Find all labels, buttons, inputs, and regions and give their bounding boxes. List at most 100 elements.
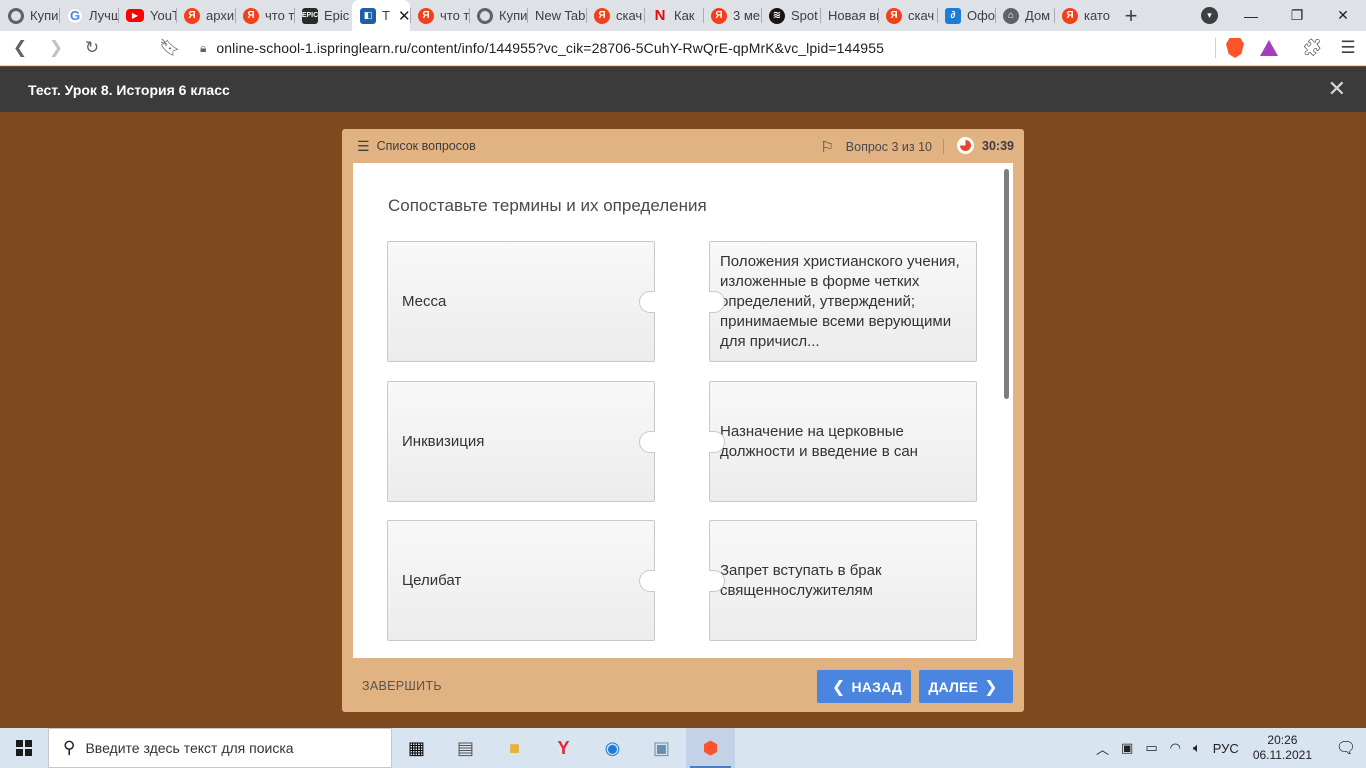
scrollbar[interactable] <box>1004 169 1009 399</box>
definition-text: Назначение на церковные должности и введ… <box>720 422 918 460</box>
yandex-icon: Я <box>418 7 434 24</box>
browser-tab[interactable]: Яскач <box>878 0 937 31</box>
home-icon: ⌂ <box>1003 7 1019 24</box>
close-tab-icon[interactable]: ✕ <box>398 7 410 25</box>
tab-title: Дом <box>1025 8 1051 23</box>
question-counter-text: Вопрос 3 из 10 <box>845 140 932 154</box>
app-icon[interactable]: ◉ <box>588 728 637 768</box>
term-card[interactable]: Месса <box>387 241 655 362</box>
tab-title: Spot <box>791 8 818 23</box>
brave-browser-icon[interactable]: ⬢ <box>686 728 735 768</box>
browser-tab[interactable]: N Как <box>644 0 703 31</box>
browser-tab[interactable]: ∂ Офо <box>937 0 995 31</box>
chevron-left-icon: ❮ <box>831 678 846 696</box>
battery-icon[interactable]: ▭ <box>1145 740 1157 756</box>
forward-arrow-icon[interactable]: ❯ <box>40 32 72 64</box>
definition-card[interactable]: Положения христианского учения, изложенн… <box>709 241 977 362</box>
restore-icon[interactable]: ❐ <box>1274 0 1320 31</box>
task-view-icon[interactable]: ▦ <box>392 728 441 768</box>
yandex-browser-icon[interactable]: Y <box>539 728 588 768</box>
start-button[interactable] <box>0 728 48 768</box>
connector-tab <box>639 291 655 313</box>
calculator-icon[interactable]: ▤ <box>441 728 490 768</box>
back-button[interactable]: ❮ НАЗАД <box>817 670 911 703</box>
network-icon[interactable]: ◠ <box>1170 740 1181 756</box>
browser-tab[interactable]: Ячто т <box>235 0 294 31</box>
tab-title: что т <box>440 8 469 23</box>
browser-tab[interactable]: ▶ YouT <box>118 0 176 31</box>
yandex-icon: Я <box>184 7 200 24</box>
language-indicator[interactable]: РУС <box>1213 741 1239 756</box>
next-button[interactable]: ДАЛЕЕ ❯ <box>919 670 1013 703</box>
yandex-icon: Я <box>243 7 259 24</box>
browser-tab[interactable]: ≋ Spot <box>761 0 820 31</box>
tab-title: Epic <box>324 8 350 23</box>
connector-tab <box>639 570 655 592</box>
browser-tab[interactable]: Якато <box>1054 0 1112 31</box>
yandex-icon: Я <box>594 7 610 24</box>
extensions-icon[interactable]: 🧩︎ <box>1294 32 1330 64</box>
yandex-icon: Я <box>1062 7 1078 24</box>
file-explorer-icon[interactable]: ■ <box>490 728 539 768</box>
bookmark-question-icon[interactable]: ⚐ <box>820 138 833 156</box>
timer-icon <box>957 137 975 154</box>
clock[interactable]: 20:26 06.11.2021 <box>1253 733 1312 763</box>
browser-tab[interactable]: Купи <box>469 0 527 31</box>
new-tab-button[interactable]: + <box>1116 0 1146 31</box>
next-label: ДАЛЕЕ <box>928 678 979 695</box>
timer-text: 30:39 <box>982 138 1014 153</box>
question-content: Сопоставьте термины и их определения Мес… <box>353 163 1013 658</box>
taskbar-search[interactable]: ⚲ Введите здесь текст для поиска <box>48 728 392 768</box>
google-icon: G <box>67 7 83 24</box>
question-list-label: Список вопросов <box>376 139 476 153</box>
address-bar[interactable]: 🔒︎ online-school-1.ispringlearn.ru/conte… <box>190 33 1286 63</box>
browser-tab[interactable]: Яархи <box>176 0 235 31</box>
office-icon: ∂ <box>945 7 961 24</box>
menu-icon[interactable]: ☰ <box>1330 32 1366 64</box>
question-list-button[interactable]: ☰ Список вопросов <box>357 138 476 155</box>
browser-tab[interactable]: Я 3 ме <box>703 0 761 31</box>
browser-tab[interactable]: New Tab <box>527 0 586 31</box>
yandex-icon: Я <box>711 7 727 24</box>
finish-button[interactable]: ЗАВЕРШИТЬ <box>362 679 442 693</box>
tab-search-icon[interactable]: ▾ <box>1201 7 1218 24</box>
term-text: Месса <box>402 292 447 310</box>
browser-tab[interactable]: Новая вк <box>820 0 878 31</box>
definition-card[interactable]: Назначение на церковные должности и введ… <box>709 381 977 502</box>
window-close-icon[interactable]: ✕ <box>1320 0 1366 31</box>
browser-tab[interactable]: Ячто т <box>410 0 469 31</box>
device-icon[interactable]: ▣ <box>1121 740 1133 756</box>
browser-tab[interactable]: ⌂ Дом <box>995 0 1054 31</box>
ispring-icon: ◧ <box>360 7 376 24</box>
minimize-icon[interactable]: — <box>1228 0 1274 31</box>
chevron-up-icon[interactable]: ︿ <box>1096 739 1109 758</box>
browser-tab[interactable]: Купи <box>0 0 59 31</box>
browser-tab-active[interactable]: ◧ T ✕ <box>352 0 410 31</box>
list-icon: ☰ <box>357 137 370 154</box>
browser-tab-strip: Купи G Лучш ▶ YouT Яархи Ячто т EPIC Epic ◧… <box>0 0 1366 31</box>
bookmark-icon[interactable]: 🔖︎ <box>154 32 186 64</box>
photos-icon[interactable]: ▣ <box>637 728 686 768</box>
tab-title: скач <box>908 8 935 23</box>
lock-icon[interactable]: 🔒︎ <box>200 41 206 56</box>
notification-icon[interactable]: 🗨︎ <box>1326 728 1366 768</box>
reload-icon[interactable]: ↻ <box>76 32 108 64</box>
brave-rewards-icon[interactable] <box>1260 40 1278 56</box>
course-header: Тест. Урок 8. История 6 класс ✕ <box>0 67 1366 112</box>
volume-icon[interactable]: 🔈︎ <box>1193 740 1201 756</box>
term-card[interactable]: Целибат <box>387 520 655 641</box>
definition-card[interactable]: Запрет вступать в брак священнослужителя… <box>709 520 977 641</box>
close-icon[interactable]: ✕ <box>1328 77 1346 101</box>
back-arrow-icon[interactable]: ❮ <box>4 32 36 64</box>
browser-tab[interactable]: G Лучш <box>59 0 118 31</box>
browser-tab[interactable]: EPIC Epic <box>294 0 352 31</box>
browser-tab[interactable]: Яскач <box>586 0 644 31</box>
tab-title: архи <box>206 8 235 23</box>
definition-text: Запрет вступать в брак священнослужителя… <box>720 561 882 599</box>
url-text[interactable]: online-school-1.ispringlearn.ru/content/… <box>216 40 1205 56</box>
ring-icon <box>477 7 493 24</box>
brave-shields-icon[interactable] <box>1226 38 1244 58</box>
term-card[interactable]: Инквизиция <box>387 381 655 502</box>
tab-title: скач <box>616 8 643 23</box>
epic-icon: EPIC <box>302 7 318 24</box>
